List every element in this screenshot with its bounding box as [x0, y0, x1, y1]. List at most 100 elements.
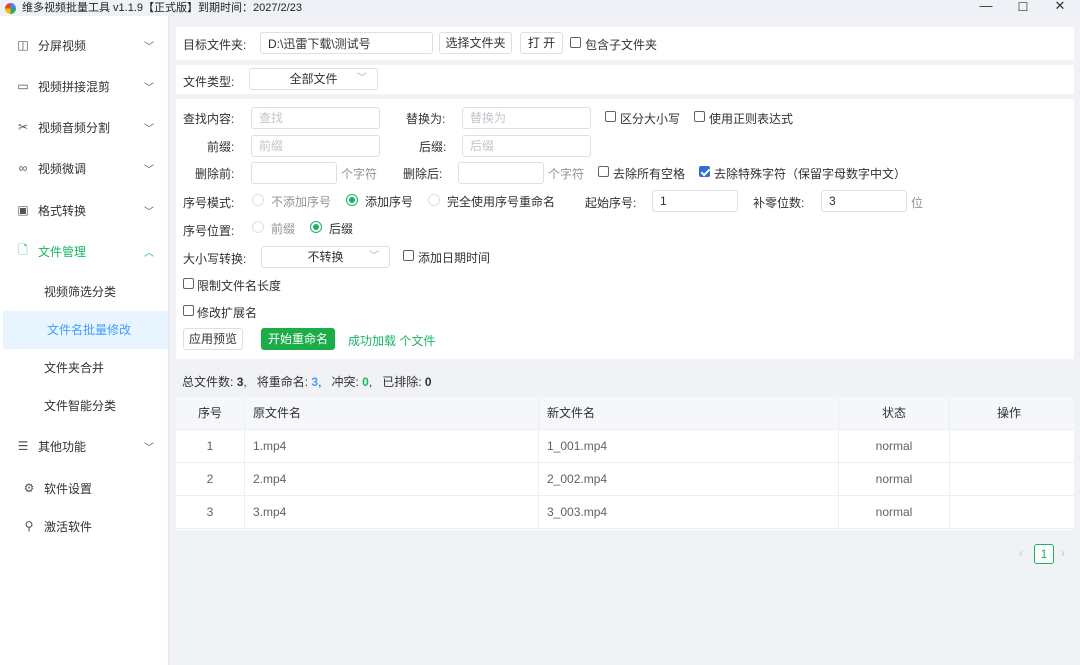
- link-icon: ∞: [18, 161, 28, 175]
- start-rename-button[interactable]: 开始重命名: [261, 328, 335, 350]
- chevron-down-icon: ﹀: [144, 41, 154, 53]
- sidebar-item-settings[interactable]: ⚙ 软件设置: [0, 468, 168, 508]
- open-folder-button[interactable]: 打 开: [520, 32, 563, 54]
- seq-mode-label: 序号模式:: [183, 196, 235, 210]
- cell-status: normal: [839, 463, 950, 496]
- sidebar-sub-item-smart-sort[interactable]: 文件智能分类: [0, 387, 168, 425]
- excluded-label: 已排除:: [382, 375, 422, 389]
- table-header: 序号 原文件名 新文件名 状态 操作: [176, 397, 1074, 430]
- sidebar: ◫ 分屏视频 ﹀ ▭ 视频拼接混剪 ﹀ ✂ 视频音频分割 ﹀ ∞ 视频微调 ﹀ …: [0, 16, 169, 665]
- remove-special-checkbox[interactable]: [699, 166, 710, 177]
- add-date-label: 添加日期时间: [418, 251, 491, 265]
- header-original-name: 原文件名: [245, 397, 539, 430]
- sidebar-item-label: 激活软件: [44, 519, 93, 534]
- sidebar-sub-item-batch-rename[interactable]: 文件名批量修改: [0, 311, 168, 349]
- regex-label: 使用正则表达式: [709, 112, 794, 126]
- gear-icon: ⚙: [23, 481, 35, 495]
- cell-seq: 2: [176, 463, 245, 496]
- pad-zero-unit: 位: [911, 196, 924, 210]
- target-folder-panel: 目标文件夹: 选择文件夹 打 开 包含子文件夹: [176, 27, 1074, 60]
- add-date-checkbox[interactable]: [403, 250, 414, 261]
- status-message: 成功加载 个文件: [348, 334, 436, 348]
- seq-mode-add-radio[interactable]: [346, 194, 358, 206]
- cell-original-name: 2.mp4: [245, 463, 539, 496]
- sidebar-item-video-merge[interactable]: ▭ 视频拼接混剪 ﹀: [0, 66, 168, 106]
- find-input[interactable]: [251, 107, 380, 129]
- sidebar-item-format-convert[interactable]: ▣ 格式转换 ﹀: [0, 190, 168, 230]
- sidebar-item-label: 其他功能: [38, 439, 87, 454]
- replace-input[interactable]: [462, 107, 591, 129]
- sidebar-item-label: 视频微调: [38, 161, 87, 176]
- table-row[interactable]: 2 2.mp4 2_002.mp4 normal: [176, 463, 1074, 496]
- remove-special-label: 去除特殊字符（保留字母数字中文）: [714, 167, 907, 181]
- table-row[interactable]: 3 3.mp4 3_003.mp4 normal: [176, 496, 1074, 529]
- case-conversion-value: 不转换: [307, 250, 344, 264]
- seq-position-prefix-label: 前缀: [271, 222, 296, 236]
- excluded-count: 0: [424, 375, 432, 389]
- case-sensitive-checkbox[interactable]: [605, 111, 616, 122]
- apply-preview-button[interactable]: 应用预览: [183, 328, 243, 350]
- pagination-next-button[interactable]: ›: [1061, 546, 1065, 560]
- file-icon: 🗋: [18, 242, 28, 257]
- sidebar-item-other[interactable]: ☰ 其他功能 ﹀: [0, 426, 168, 466]
- cell-actions: [950, 496, 1068, 529]
- maximize-button[interactable]: ☐: [1003, 0, 1043, 16]
- regex-checkbox[interactable]: [694, 111, 705, 122]
- sidebar-item-label: 视频音频分割: [38, 120, 111, 135]
- cell-new-name: 1_001.mp4: [539, 430, 839, 463]
- minimize-button[interactable]: —: [966, 0, 1006, 16]
- close-button[interactable]: ✕: [1040, 0, 1080, 16]
- delete-front-input[interactable]: [251, 162, 337, 184]
- pad-zero-label: 补零位数:: [753, 196, 805, 210]
- sidebar-sub-item-folder-merge[interactable]: 文件夹合并: [0, 349, 168, 387]
- seq-mode-none-radio[interactable]: [252, 194, 264, 206]
- start-seq-input[interactable]: [652, 190, 738, 212]
- sidebar-item-label: 视频拼接混剪: [38, 79, 111, 94]
- sidebar-item-file-manage[interactable]: 🗋 文件管理 ︿: [0, 231, 168, 271]
- sidebar-item-activate[interactable]: ⚲ 激活软件: [0, 506, 168, 546]
- filetype-select[interactable]: 全部文件 ﹀: [249, 68, 378, 90]
- table-row[interactable]: 1 1.mp4 1_001.mp4 normal: [176, 430, 1074, 463]
- sidebar-sub-item-video-filter[interactable]: 视频筛选分类: [0, 273, 168, 311]
- app-logo-icon: [5, 2, 16, 14]
- convert-icon: ▣: [17, 203, 29, 217]
- chevron-down-icon: ﹀: [357, 73, 367, 84]
- prefix-input[interactable]: [251, 135, 380, 157]
- choose-folder-button[interactable]: 选择文件夹: [439, 32, 512, 54]
- total-label: 总文件数:: [182, 375, 234, 389]
- cell-seq: 3: [176, 496, 245, 529]
- seq-mode-full-radio[interactable]: [428, 194, 440, 206]
- limit-length-label: 限制文件名长度: [197, 279, 282, 293]
- include-subfolders-checkbox[interactable]: [570, 37, 581, 48]
- cell-seq: 1: [176, 430, 245, 463]
- sidebar-item-av-split[interactable]: ✂ 视频音频分割 ﹀: [0, 107, 168, 147]
- limit-length-checkbox[interactable]: [183, 278, 194, 289]
- start-seq-label: 起始序号:: [585, 196, 637, 210]
- case-conversion-select[interactable]: 不转换 ﹀: [261, 246, 390, 268]
- seq-position-suffix-radio[interactable]: [310, 221, 322, 233]
- sidebar-item-video-tweak[interactable]: ∞ 视频微调 ﹀: [0, 148, 168, 188]
- include-subfolders-label: 包含子文件夹: [585, 38, 658, 52]
- cell-status: normal: [839, 430, 950, 463]
- delete-back-unit: 个字符: [548, 167, 585, 181]
- remove-spaces-checkbox[interactable]: [598, 166, 609, 177]
- pagination-page-1[interactable]: 1: [1034, 544, 1054, 564]
- delete-back-input[interactable]: [458, 162, 544, 184]
- find-label: 查找内容:: [183, 112, 235, 126]
- sidebar-item-split-screen[interactable]: ◫ 分屏视频 ﹀: [0, 25, 168, 65]
- remove-spaces-label: 去除所有空格: [613, 167, 686, 181]
- pagination-prev-button[interactable]: ‹: [1019, 546, 1023, 560]
- split-screen-icon: ◫: [17, 38, 29, 52]
- seq-position-prefix-radio[interactable]: [252, 221, 264, 233]
- filetype-value: 全部文件: [289, 72, 338, 86]
- cell-new-name: 2_002.mp4: [539, 463, 839, 496]
- modify-extension-checkbox[interactable]: [183, 305, 194, 316]
- chevron-up-icon: ︿: [144, 247, 154, 259]
- prefix-label: 前缀:: [207, 140, 235, 154]
- suffix-input[interactable]: [462, 135, 591, 157]
- target-folder-input[interactable]: [260, 32, 433, 54]
- scissors-icon: ✂: [17, 120, 29, 134]
- modify-extension-label: 修改扩展名: [197, 306, 258, 320]
- search-icon: ⚲: [24, 519, 34, 533]
- pad-zero-input[interactable]: [821, 190, 907, 212]
